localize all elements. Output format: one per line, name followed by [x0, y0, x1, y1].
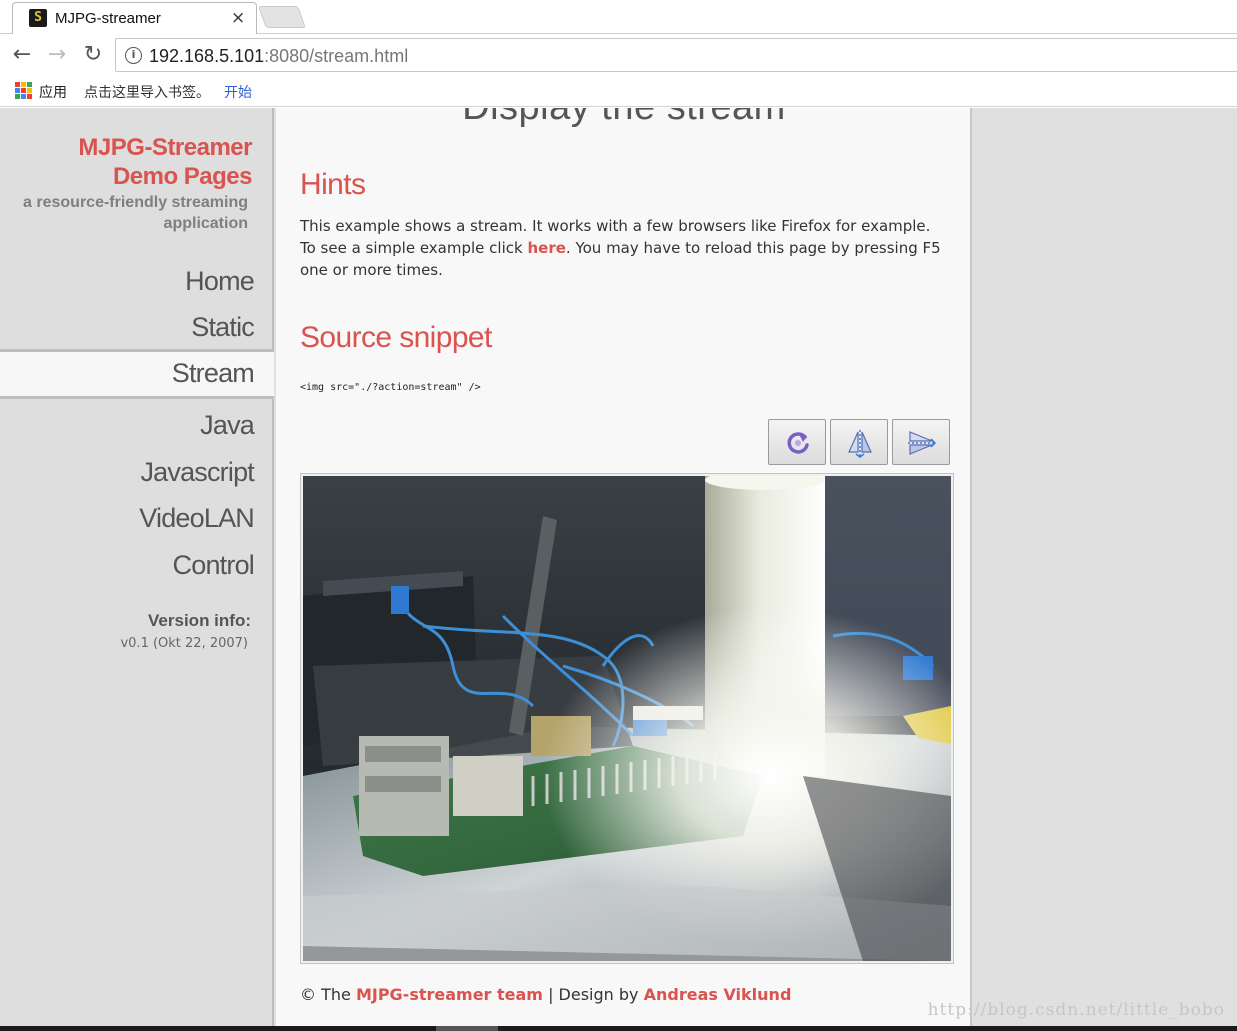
main-content: Display the stream Hints This example sh… — [276, 108, 972, 1026]
sidebar-item-control[interactable]: Control — [0, 542, 274, 588]
rotate-button[interactable] — [768, 419, 826, 465]
source-snippet-code: <img src="./?action=stream" /> — [300, 382, 481, 393]
footer-middle: | Design by — [542, 985, 644, 1004]
source-snippet-heading: Source snippet — [300, 321, 492, 354]
tab-strip: S MJPG-streamer × — [0, 0, 1237, 34]
sidebar-item-javascript[interactable]: Javascript — [0, 449, 274, 495]
tab-title: MJPG-streamer — [55, 10, 161, 27]
flip-vertical-button[interactable] — [892, 419, 950, 465]
hints-paragraph: This example shows a stream. It works wi… — [300, 215, 950, 281]
camera-stream-picture — [303, 476, 951, 961]
taskbar-strip — [0, 1026, 1237, 1031]
site-info-icon[interactable]: i — [125, 47, 142, 64]
page-title: Display the stream — [276, 108, 972, 129]
bookmark-import-hint: 点击这里导入书签。 — [84, 85, 210, 101]
sidebar-item-java[interactable]: Java — [0, 402, 274, 448]
footer: © The MJPG-streamer team | Design by And… — [300, 985, 791, 1004]
here-link[interactable]: here — [527, 239, 565, 257]
bookmark-start-link[interactable]: 开始 — [224, 82, 252, 102]
footer-team-link[interactable]: MJPG-streamer team — [356, 985, 543, 1004]
logo-title: MJPG-Streamer — [78, 134, 252, 161]
browser-toolbar: ← → ↻ i 192.168.5.101:8080/stream.html — [0, 34, 1237, 76]
bookmark-apps[interactable]: 应用 — [39, 82, 67, 102]
url-path: :8080/stream.html — [264, 46, 409, 66]
sidebar: MJPG-Streamer Demo Pages a resource-frie… — [0, 108, 274, 1026]
browser-tab[interactable]: S MJPG-streamer × — [12, 2, 257, 34]
reload-icon[interactable]: ↻ — [80, 42, 106, 68]
address-bar[interactable]: i 192.168.5.101:8080/stream.html — [115, 38, 1237, 72]
footer-designer-link[interactable]: Andreas Viklund — [644, 985, 792, 1004]
url-host: 192.168.5.101 — [149, 46, 265, 66]
hints-heading: Hints — [300, 168, 366, 201]
back-arrow-icon[interactable]: ← — [9, 42, 35, 68]
taskbar-indicator — [436, 1026, 498, 1031]
apps-grid-icon[interactable] — [15, 82, 32, 99]
new-tab-button[interactable] — [257, 6, 307, 28]
mjpg-favicon-icon: S — [29, 9, 47, 27]
rotate-icon — [787, 432, 809, 454]
sidebar-item-static[interactable]: Static — [0, 304, 274, 350]
bookmarks-bar: 应用 点击这里导入书签。 开始 — [0, 76, 1237, 107]
sidebar-item-videolan[interactable]: VideoLAN — [0, 495, 274, 541]
footer-prefix: © The — [300, 985, 356, 1004]
flip-horizontal-button[interactable] — [830, 419, 888, 465]
tab-close-icon[interactable]: × — [231, 8, 245, 28]
version-label: Version info: — [148, 611, 251, 630]
version-value: v0.1 (Okt 22, 2007) — [120, 636, 248, 651]
url-text[interactable]: 192.168.5.101:8080/stream.html — [149, 46, 408, 67]
page-viewport: MJPG-Streamer Demo Pages a resource-frie… — [0, 108, 1237, 1026]
tagline: a resource-friendly streaming applicatio… — [23, 194, 248, 232]
forward-arrow-icon[interactable]: → — [44, 42, 70, 68]
flip-vertical-icon — [908, 431, 937, 455]
logo-subtitle: Demo Pages — [112, 163, 253, 190]
flip-horizontal-icon — [848, 430, 872, 458]
stream-frame — [300, 473, 954, 964]
camera-stream-image — [303, 476, 951, 961]
sidebar-item-home[interactable]: Home — [0, 258, 274, 304]
sidebar-item-stream[interactable]: Stream — [0, 349, 274, 399]
watermark: http://blog.csdn.net/little_bobo — [927, 1000, 1225, 1020]
